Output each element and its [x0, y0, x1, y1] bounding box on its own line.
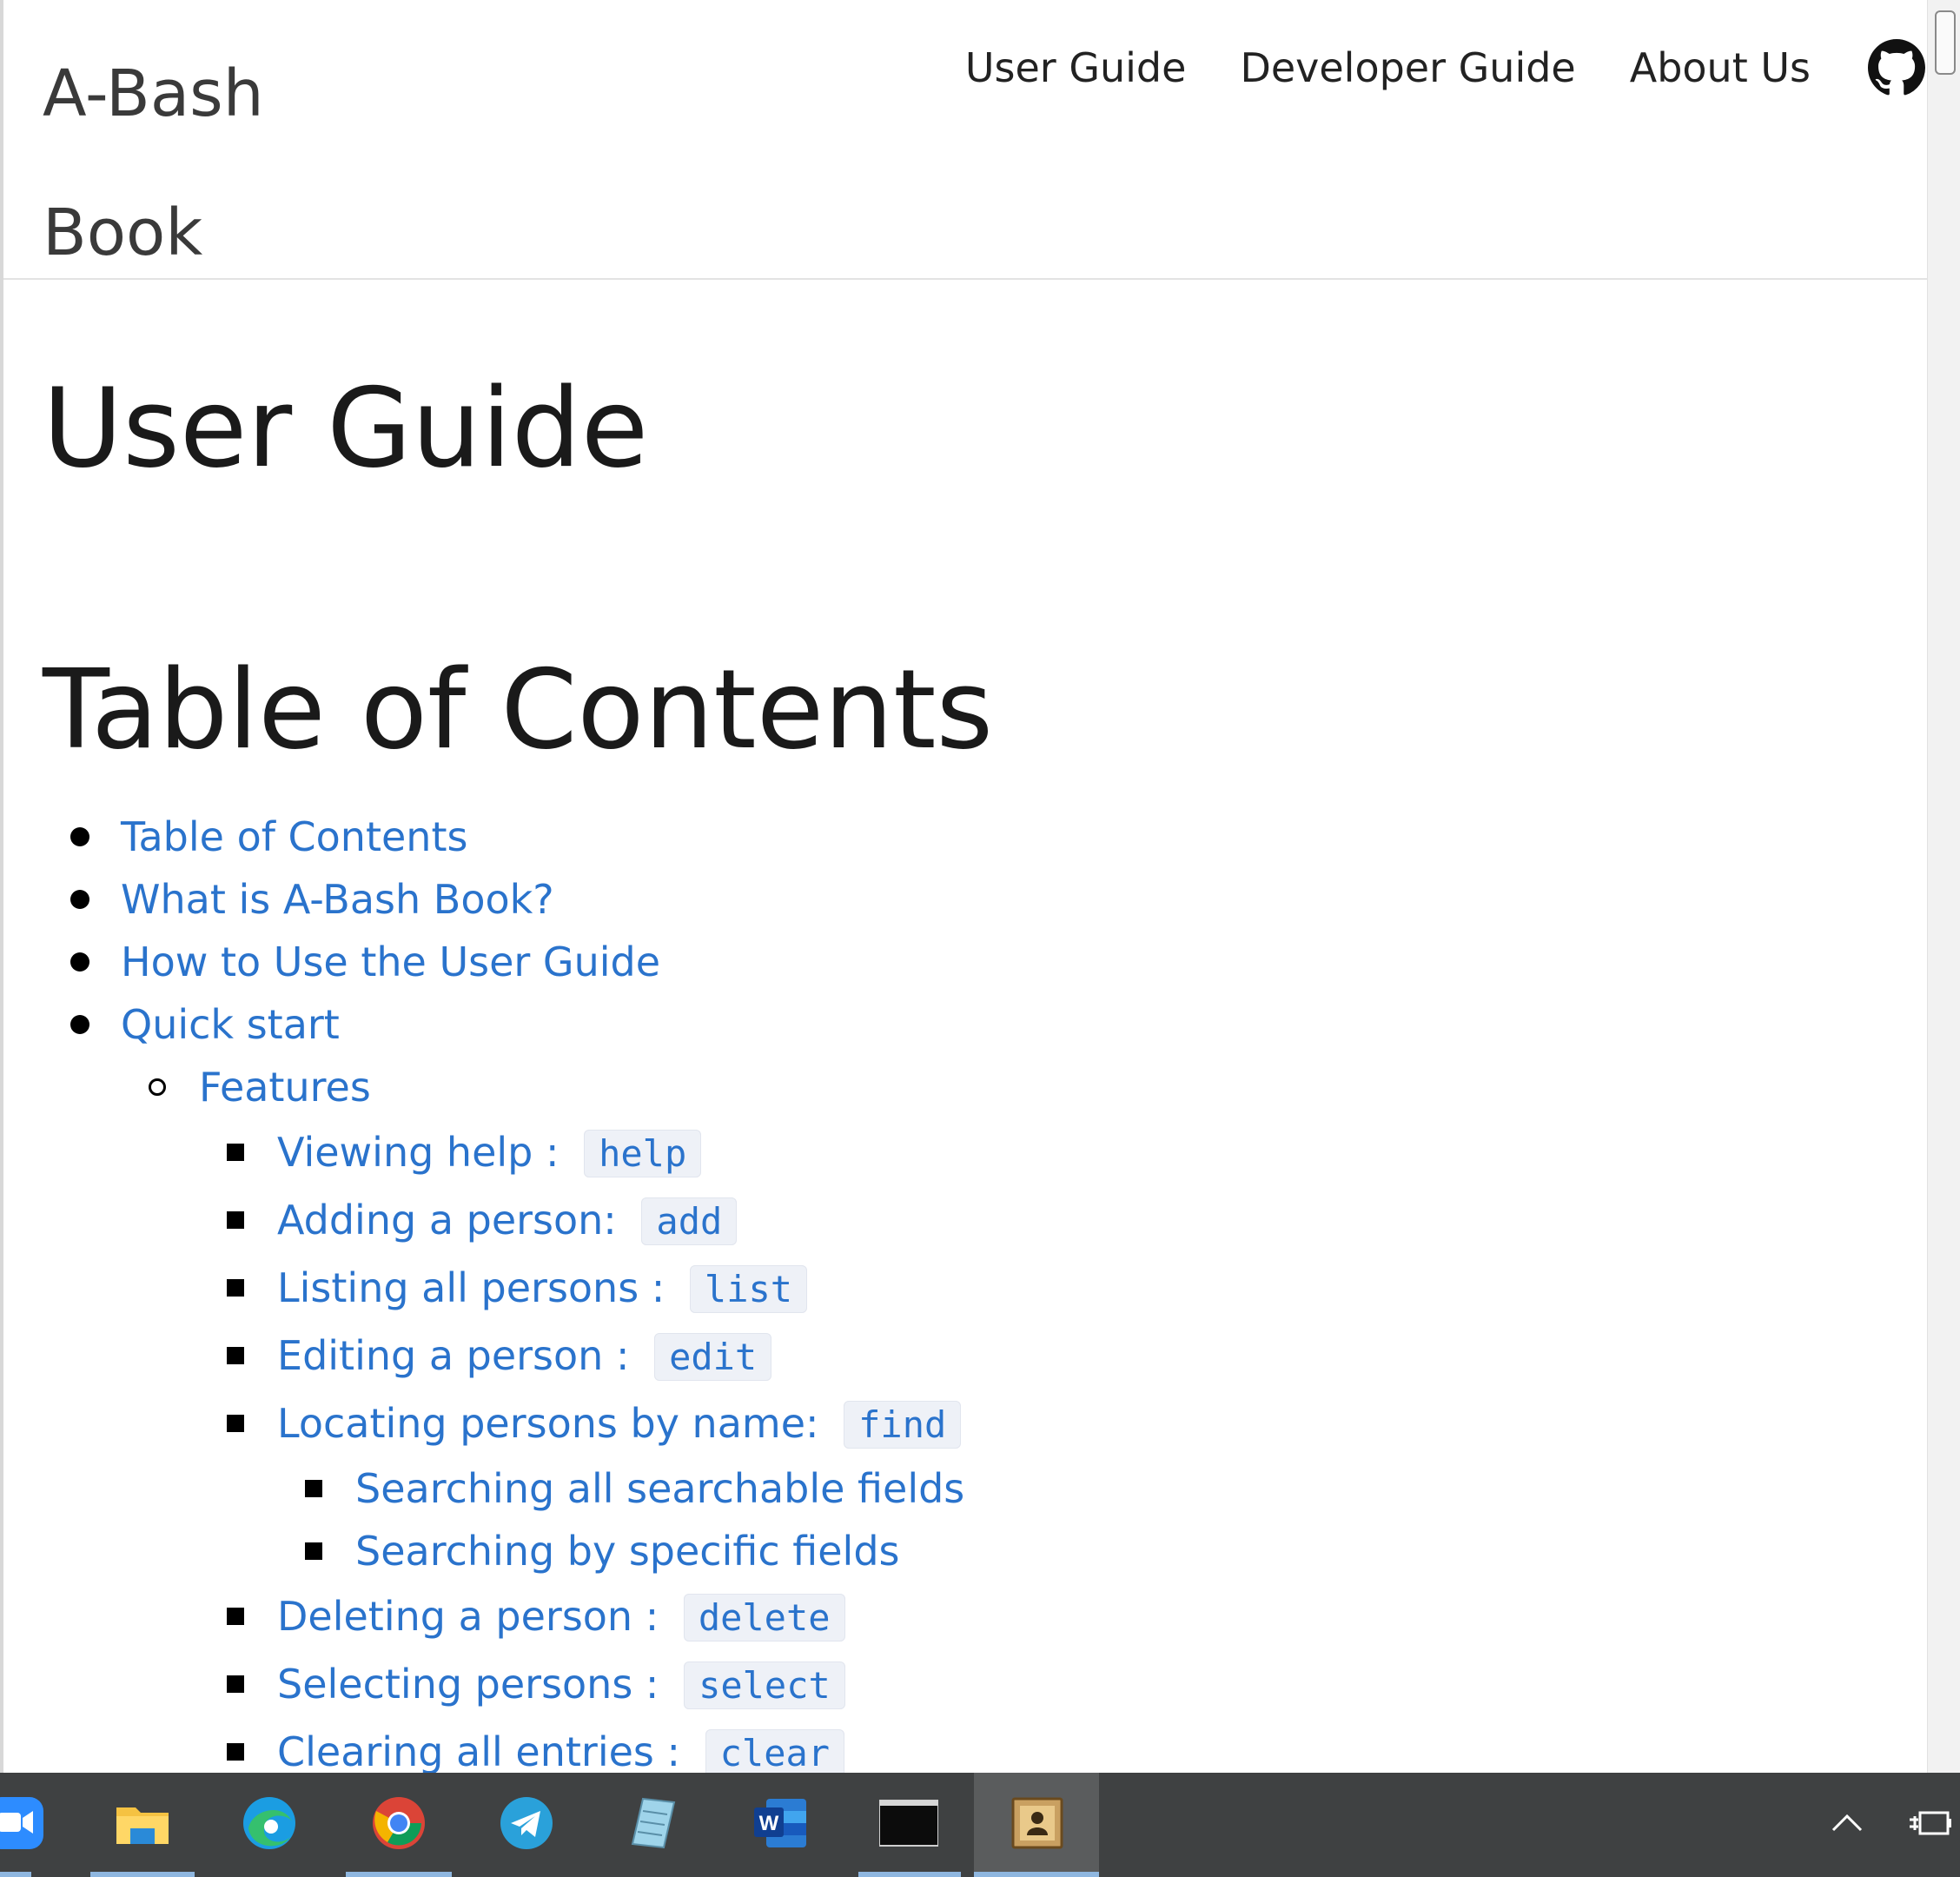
list-item: Editing a person : edit	[43, 1322, 1259, 1390]
toc-link-quick-start[interactable]: Quick start	[121, 1001, 340, 1048]
list-item: Adding a person: add	[43, 1186, 1259, 1254]
terminal-icon[interactable]	[878, 1794, 939, 1853]
power-icon[interactable]	[1908, 1804, 1953, 1842]
bullet-square	[227, 1608, 244, 1625]
taskbar: W	[0, 1773, 1960, 1877]
list-item: Searching all searchable fields	[43, 1457, 1259, 1520]
bullet-circle	[149, 1078, 166, 1096]
file-explorer-icon[interactable]	[113, 1794, 172, 1853]
task-running-indicator	[858, 1872, 961, 1877]
toc-list: Table of Contents What is A-Bash Book? H…	[43, 806, 1259, 1773]
vertical-scrollbar[interactable]	[1927, 0, 1960, 1773]
chrome-icon[interactable]	[369, 1794, 428, 1853]
site-brand[interactable]: A-Bash Book	[43, 24, 355, 302]
bullet-square	[227, 1279, 244, 1297]
toc-link-what-is[interactable]: What is A-Bash Book?	[121, 876, 554, 923]
list-item: Deleting a person : delete	[43, 1582, 1259, 1650]
telegram-icon[interactable]	[497, 1794, 556, 1853]
list-item: Listing all persons : list	[43, 1254, 1259, 1322]
list-item: Selecting persons : select	[43, 1650, 1259, 1718]
bullet-square	[227, 1347, 244, 1364]
zoom-icon[interactable]	[0, 1794, 47, 1853]
task-running-indicator	[90, 1872, 195, 1877]
list-item: Searching by specific fields	[43, 1520, 1259, 1582]
code-select: select	[684, 1661, 845, 1709]
task-running-indicator	[974, 1872, 1099, 1877]
browser-viewport: A-Bash Book User Guide Developer Guide A…	[0, 0, 1960, 1773]
toc-link-selecting-persons[interactable]: Selecting persons : select	[277, 1661, 845, 1709]
word-icon[interactable]: W	[751, 1794, 810, 1853]
github-icon[interactable]	[1868, 39, 1925, 96]
bullet-disc	[70, 952, 89, 972]
toc-link-clearing-entries[interactable]: Clearing all entries : clear	[277, 1728, 845, 1773]
list-item: Features	[43, 1056, 1259, 1118]
list-item: What is A-Bash Book?	[43, 868, 1259, 931]
toc-link-table-of-contents[interactable]: Table of Contents	[121, 813, 467, 860]
toc-heading: Table of Contents	[43, 646, 994, 773]
code-find: find	[844, 1400, 962, 1449]
bullet-square	[227, 1743, 244, 1761]
list-item: Clearing all entries : clear	[43, 1718, 1259, 1773]
list-item: How to Use the User Guide	[43, 931, 1259, 993]
svg-text:W: W	[759, 1812, 779, 1835]
nav-about-us[interactable]: About Us	[1630, 33, 1811, 103]
toc-link-adding-person[interactable]: Adding a person: add	[277, 1197, 738, 1245]
site-nav: User Guide Developer Guide About Us	[911, 33, 1925, 103]
addressbook-icon[interactable]	[1008, 1794, 1067, 1853]
toc-link-searching-specific[interactable]: Searching by specific fields	[355, 1528, 899, 1575]
toc-link-listing-persons[interactable]: Listing all persons : list	[277, 1264, 808, 1313]
toc-link-editing-person[interactable]: Editing a person : edit	[277, 1332, 772, 1381]
nav-developer-guide[interactable]: Developer Guide	[1240, 33, 1575, 103]
code-add: add	[641, 1197, 738, 1245]
list-item: Quick start	[43, 993, 1259, 1056]
nav-user-guide[interactable]: User Guide	[965, 33, 1187, 103]
edge-icon[interactable]	[240, 1794, 299, 1853]
bullet-disc	[70, 1015, 89, 1034]
bullet-square	[227, 1144, 244, 1161]
page-title: User Guide	[43, 364, 649, 492]
code-delete: delete	[683, 1593, 845, 1642]
list-item: Locating persons by name: find	[43, 1390, 1259, 1457]
notepad-icon[interactable]	[624, 1794, 683, 1853]
bullet-disc	[70, 827, 89, 846]
bullet-square	[305, 1480, 322, 1497]
code-edit: edit	[654, 1332, 772, 1381]
bullet-square	[305, 1542, 322, 1560]
list-item: Table of Contents	[43, 806, 1259, 868]
site-header: A-Bash Book User Guide Developer Guide A…	[3, 0, 1927, 280]
scrollbar-thumb[interactable]	[1935, 10, 1956, 75]
code-clear: clear	[705, 1728, 845, 1773]
bullet-square	[227, 1415, 244, 1432]
chevron-up-icon[interactable]	[1830, 1806, 1864, 1841]
bullet-square	[227, 1675, 244, 1693]
task-running-indicator	[0, 1872, 31, 1877]
bullet-disc	[70, 890, 89, 909]
toc-link-searching-all[interactable]: Searching all searchable fields	[355, 1465, 964, 1512]
toc-link-how-to-use[interactable]: How to Use the User Guide	[121, 938, 660, 985]
toc-link-deleting-person[interactable]: Deleting a person : delete	[277, 1593, 845, 1642]
toc-link-viewing-help[interactable]: Viewing help : help	[277, 1129, 702, 1177]
toc-link-features[interactable]: Features	[199, 1064, 371, 1111]
toc-link-locating-persons[interactable]: Locating persons by name: find	[277, 1400, 962, 1449]
code-list: list	[689, 1264, 808, 1313]
code-help: help	[584, 1129, 702, 1177]
bullet-square	[227, 1211, 244, 1229]
list-item: Viewing help : help	[43, 1118, 1259, 1186]
task-running-indicator	[346, 1872, 452, 1877]
